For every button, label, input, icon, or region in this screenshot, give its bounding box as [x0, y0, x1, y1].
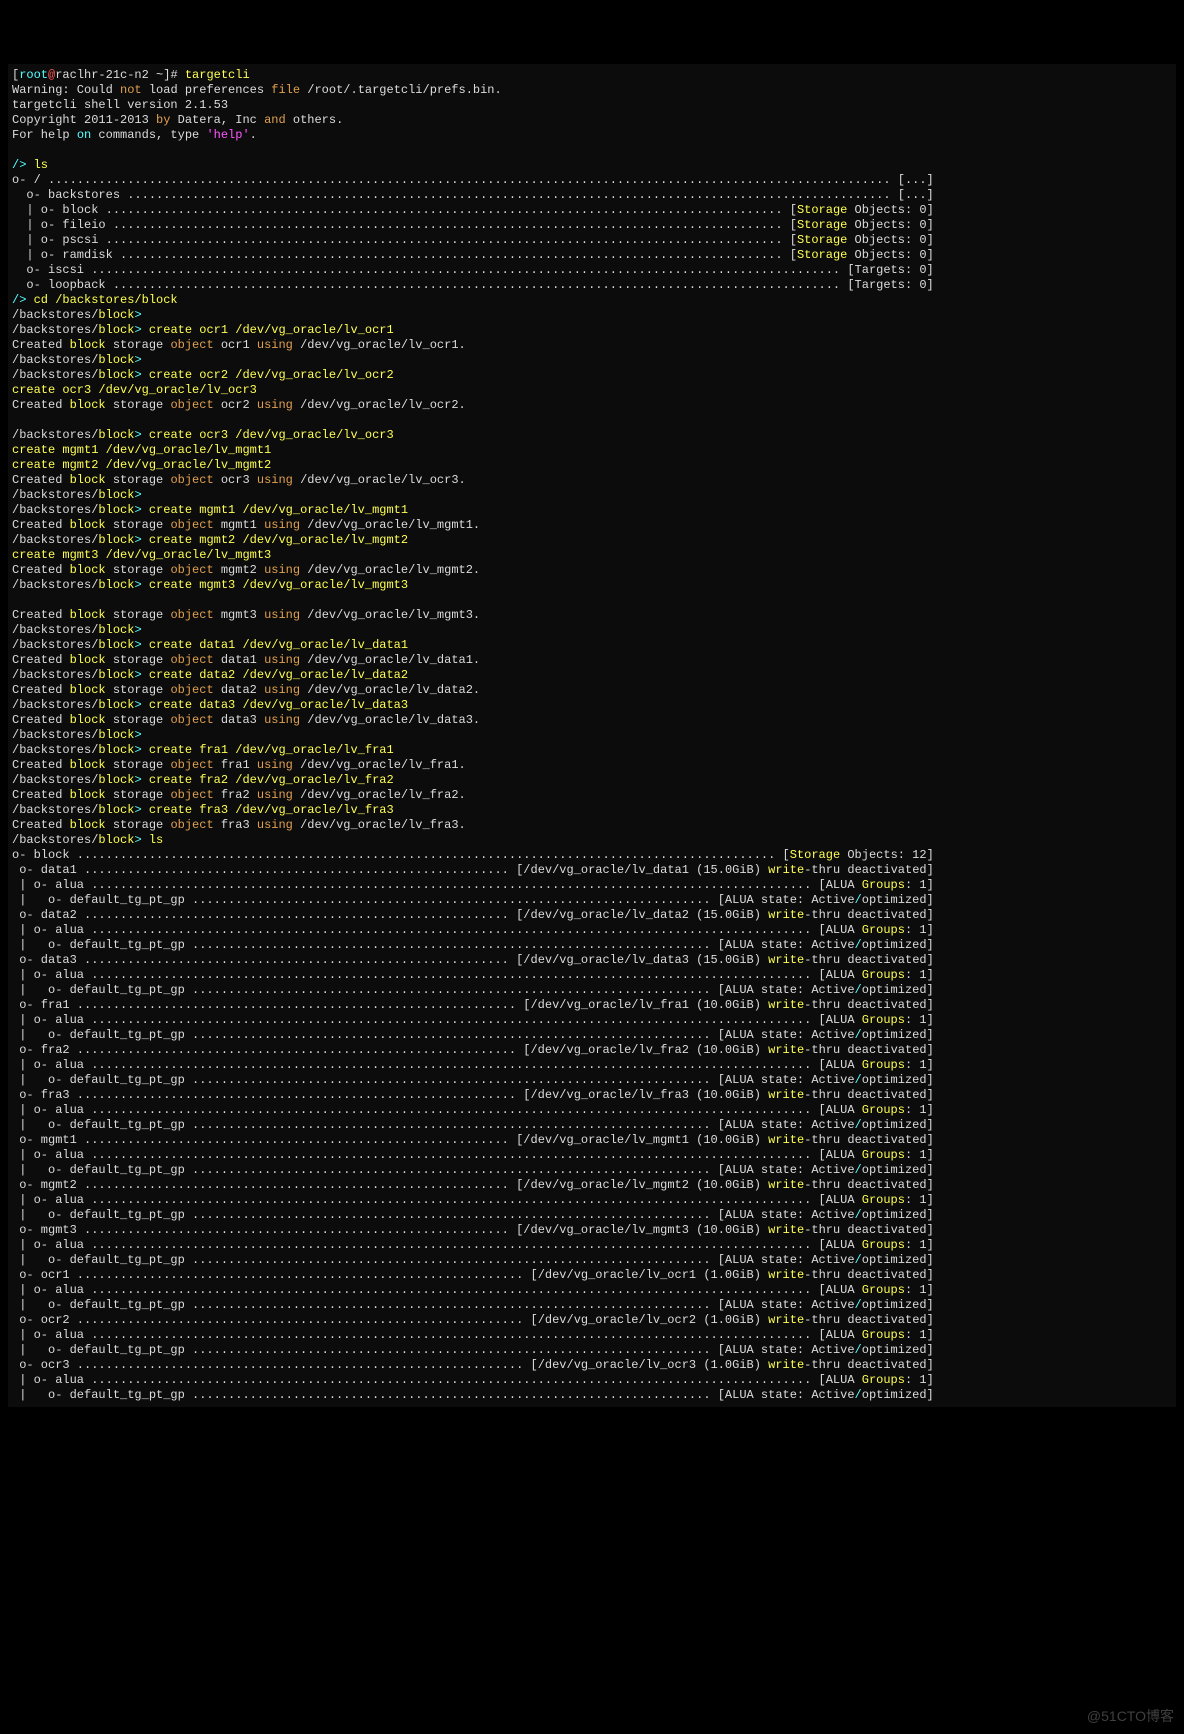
terminal-line: | o- alua ..............................… — [12, 1193, 1172, 1208]
terminal-line: | o- alua ..............................… — [12, 1148, 1172, 1163]
terminal-line: | o- alua ..............................… — [12, 923, 1172, 938]
terminal-line: | o- default_tg_pt_gp ..................… — [12, 893, 1172, 908]
terminal-line: /backstores/block> ls — [12, 833, 1172, 848]
terminal-line: Copyright 2011-2013 by Datera, Inc and o… — [12, 113, 1172, 128]
terminal-line: /backstores/block> — [12, 728, 1172, 743]
terminal-line: | o- alua ..............................… — [12, 1103, 1172, 1118]
terminal-line: /backstores/block> create fra3 /dev/vg_o… — [12, 803, 1172, 818]
terminal-line: | o- default_tg_pt_gp ..................… — [12, 1298, 1172, 1313]
terminal-line: /backstores/block> create mgmt2 /dev/vg_… — [12, 533, 1172, 548]
terminal-line: | o- default_tg_pt_gp ..................… — [12, 983, 1172, 998]
terminal-line: Created block storage object data1 using… — [12, 653, 1172, 668]
terminal[interactable]: [root@raclhr-21c-n2 ~]# targetcliWarning… — [8, 64, 1176, 1407]
terminal-line: Created block storage object data3 using… — [12, 713, 1172, 728]
terminal-line: /backstores/block> create mgmt1 /dev/vg_… — [12, 503, 1172, 518]
terminal-line: o- data2 ...............................… — [12, 908, 1172, 923]
terminal-line: /backstores/block> create ocr1 /dev/vg_o… — [12, 323, 1172, 338]
terminal-line — [12, 143, 1172, 158]
terminal-line: | o- default_tg_pt_gp ..................… — [12, 1073, 1172, 1088]
terminal-line: | o- default_tg_pt_gp ..................… — [12, 1253, 1172, 1268]
terminal-line: /backstores/block> create data2 /dev/vg_… — [12, 668, 1172, 683]
terminal-line: Created block storage object fra3 using … — [12, 818, 1172, 833]
terminal-line: create mgmt3 /dev/vg_oracle/lv_mgmt3 — [12, 548, 1172, 563]
terminal-line: Created block storage object data2 using… — [12, 683, 1172, 698]
terminal-line: Created block storage object mgmt3 using… — [12, 608, 1172, 623]
terminal-line: o- / ...................................… — [12, 173, 1172, 188]
terminal-line: | o- default_tg_pt_gp ..................… — [12, 1388, 1172, 1403]
terminal-line: o- iscsi ...............................… — [12, 263, 1172, 278]
terminal-line: o- ocr1 ................................… — [12, 1268, 1172, 1283]
terminal-line: | o- pscsi .............................… — [12, 233, 1172, 248]
terminal-line: | o- default_tg_pt_gp ..................… — [12, 938, 1172, 953]
terminal-line: /backstores/block> create data1 /dev/vg_… — [12, 638, 1172, 653]
terminal-line: Warning: Could not load preferences file… — [12, 83, 1172, 98]
terminal-line: | o- default_tg_pt_gp ..................… — [12, 1028, 1172, 1043]
terminal-line: /backstores/block> create mgmt3 /dev/vg_… — [12, 578, 1172, 593]
terminal-line: create ocr3 /dev/vg_oracle/lv_ocr3 — [12, 383, 1172, 398]
terminal-line: Created block storage object fra2 using … — [12, 788, 1172, 803]
terminal-line: | o- alua ..............................… — [12, 1058, 1172, 1073]
terminal-line: Created block storage object fra1 using … — [12, 758, 1172, 773]
terminal-line: /backstores/block> — [12, 488, 1172, 503]
terminal-line: | o- ramdisk ...........................… — [12, 248, 1172, 263]
terminal-line: | o- alua ..............................… — [12, 1013, 1172, 1028]
terminal-line: | o- block .............................… — [12, 203, 1172, 218]
terminal-line: /backstores/block> create data3 /dev/vg_… — [12, 698, 1172, 713]
terminal-line: | o- default_tg_pt_gp ..................… — [12, 1343, 1172, 1358]
terminal-line: o- mgmt3 ...............................… — [12, 1223, 1172, 1238]
terminal-line: Created block storage object ocr1 using … — [12, 338, 1172, 353]
terminal-line: create mgmt1 /dev/vg_oracle/lv_mgmt1 — [12, 443, 1172, 458]
terminal-line: For help on commands, type 'help'. — [12, 128, 1172, 143]
terminal-line: /> ls — [12, 158, 1172, 173]
terminal-line — [12, 593, 1172, 608]
terminal-line: | o- fileio ............................… — [12, 218, 1172, 233]
terminal-line: | o- alua ..............................… — [12, 1373, 1172, 1388]
terminal-line: targetcli shell version 2.1.53 — [12, 98, 1172, 113]
terminal-line: o- mgmt1 ...............................… — [12, 1133, 1172, 1148]
terminal-line: /backstores/block> create ocr3 /dev/vg_o… — [12, 428, 1172, 443]
terminal-line: o- block ...............................… — [12, 848, 1172, 863]
terminal-line: | o- alua ..............................… — [12, 1283, 1172, 1298]
terminal-line: o- data1 ...............................… — [12, 863, 1172, 878]
terminal-line: | o- alua ..............................… — [12, 968, 1172, 983]
terminal-line: Created block storage object ocr2 using … — [12, 398, 1172, 413]
terminal-line: /backstores/block> — [12, 308, 1172, 323]
terminal-line: /backstores/block> create fra2 /dev/vg_o… — [12, 773, 1172, 788]
terminal-line: create mgmt2 /dev/vg_oracle/lv_mgmt2 — [12, 458, 1172, 473]
terminal-line: Created block storage object mgmt1 using… — [12, 518, 1172, 533]
terminal-line: | o- default_tg_pt_gp ..................… — [12, 1118, 1172, 1133]
terminal-line: /backstores/block> — [12, 623, 1172, 638]
terminal-line: o- data3 ...............................… — [12, 953, 1172, 968]
terminal-line: Created block storage object ocr3 using … — [12, 473, 1172, 488]
terminal-line: | o- default_tg_pt_gp ..................… — [12, 1163, 1172, 1178]
terminal-line: | o- alua ..............................… — [12, 1238, 1172, 1253]
terminal-line: o- ocr2 ................................… — [12, 1313, 1172, 1328]
terminal-line: o- ocr3 ................................… — [12, 1358, 1172, 1373]
terminal-line: [root@raclhr-21c-n2 ~]# targetcli — [12, 68, 1172, 83]
terminal-line: /backstores/block> create fra1 /dev/vg_o… — [12, 743, 1172, 758]
terminal-line: Created block storage object mgmt2 using… — [12, 563, 1172, 578]
terminal-line: o- mgmt2 ...............................… — [12, 1178, 1172, 1193]
terminal-line — [12, 413, 1172, 428]
terminal-line: | o- alua ..............................… — [12, 878, 1172, 893]
terminal-line: o- fra2 ................................… — [12, 1043, 1172, 1058]
terminal-line: o- fra3 ................................… — [12, 1088, 1172, 1103]
terminal-line: | o- default_tg_pt_gp ..................… — [12, 1208, 1172, 1223]
terminal-line: /> cd /backstores/block — [12, 293, 1172, 308]
terminal-line: o- fra1 ................................… — [12, 998, 1172, 1013]
terminal-line: o- backstores ..........................… — [12, 188, 1172, 203]
watermark: @51CTO博客 — [1087, 1709, 1174, 1724]
terminal-line: o- loopback ............................… — [12, 278, 1172, 293]
terminal-line: | o- alua ..............................… — [12, 1328, 1172, 1343]
terminal-line: /backstores/block> create ocr2 /dev/vg_o… — [12, 368, 1172, 383]
terminal-line: /backstores/block> — [12, 353, 1172, 368]
